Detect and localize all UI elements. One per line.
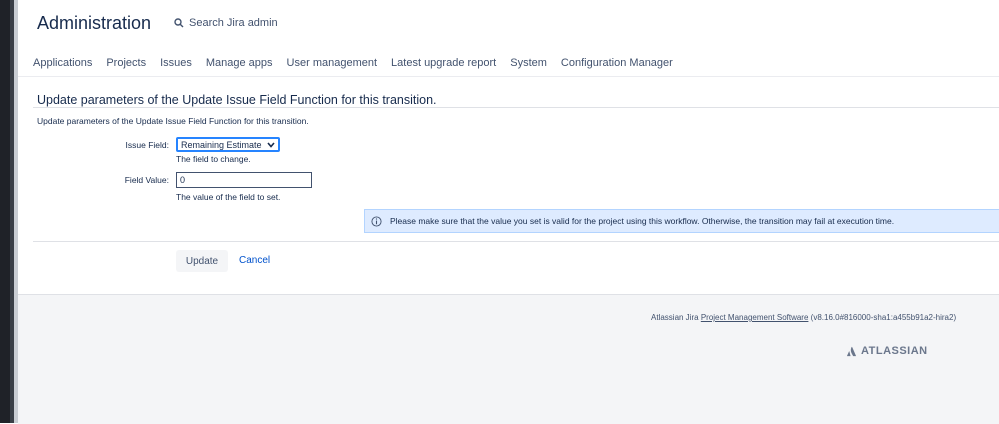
info-message: Please make sure that the value you set … [364, 209, 999, 233]
footer-prefix: Atlassian Jira [651, 313, 699, 322]
nav-divider [18, 76, 999, 77]
field-value-help: The value of the field to set. [176, 192, 281, 202]
form-divider [33, 241, 999, 242]
footer-version: (v8.16.0#816000-sha1:a455b91a2-hira2) [810, 313, 957, 322]
search-label: Search Jira admin [189, 17, 278, 29]
issue-field-select[interactable]: Remaining Estimate [176, 137, 280, 152]
section-heading: Update parameters of the Update Issue Fi… [37, 93, 437, 107]
chevron-down-icon [267, 141, 275, 148]
nav-issues[interactable]: Issues [160, 57, 192, 69]
cancel-link[interactable]: Cancel [239, 255, 270, 266]
update-button[interactable]: Update [176, 250, 228, 272]
footer-link[interactable]: Project Management Software [701, 313, 809, 322]
form-description: Update parameters of the Update Issue Fi… [37, 116, 309, 126]
info-icon [371, 215, 382, 227]
footer-info: Atlassian Jira Project Management Softwa… [651, 313, 956, 322]
issue-field-help: The field to change. [176, 154, 251, 164]
atlassian-icon [846, 346, 857, 356]
search-admin[interactable]: Search Jira admin [174, 17, 278, 29]
nav-projects[interactable]: Projects [106, 57, 146, 69]
issue-field-label: Issue Field: [125, 140, 169, 150]
nav-user-management[interactable]: User management [287, 57, 378, 69]
search-icon [174, 18, 184, 28]
heading-divider [33, 107, 999, 108]
info-message-text: Please make sure that the value you set … [390, 216, 895, 226]
field-value-input[interactable] [176, 172, 312, 188]
nav-configuration-manager[interactable]: Configuration Manager [561, 57, 673, 69]
nav-latest-upgrade-report[interactable]: Latest upgrade report [391, 57, 496, 69]
nav-applications[interactable]: Applications [33, 57, 92, 69]
issue-field-selected-value: Remaining Estimate [181, 139, 262, 150]
atlassian-wordmark: ATLASSIAN [861, 345, 928, 357]
admin-nav: Applications Projects Issues Manage apps… [33, 57, 687, 69]
nav-manage-apps[interactable]: Manage apps [206, 57, 273, 69]
page-title: Administration [37, 13, 152, 33]
nav-system[interactable]: System [510, 57, 547, 69]
field-value-label: Field Value: [124, 175, 169, 185]
atlassian-logo: ATLASSIAN [846, 345, 928, 357]
